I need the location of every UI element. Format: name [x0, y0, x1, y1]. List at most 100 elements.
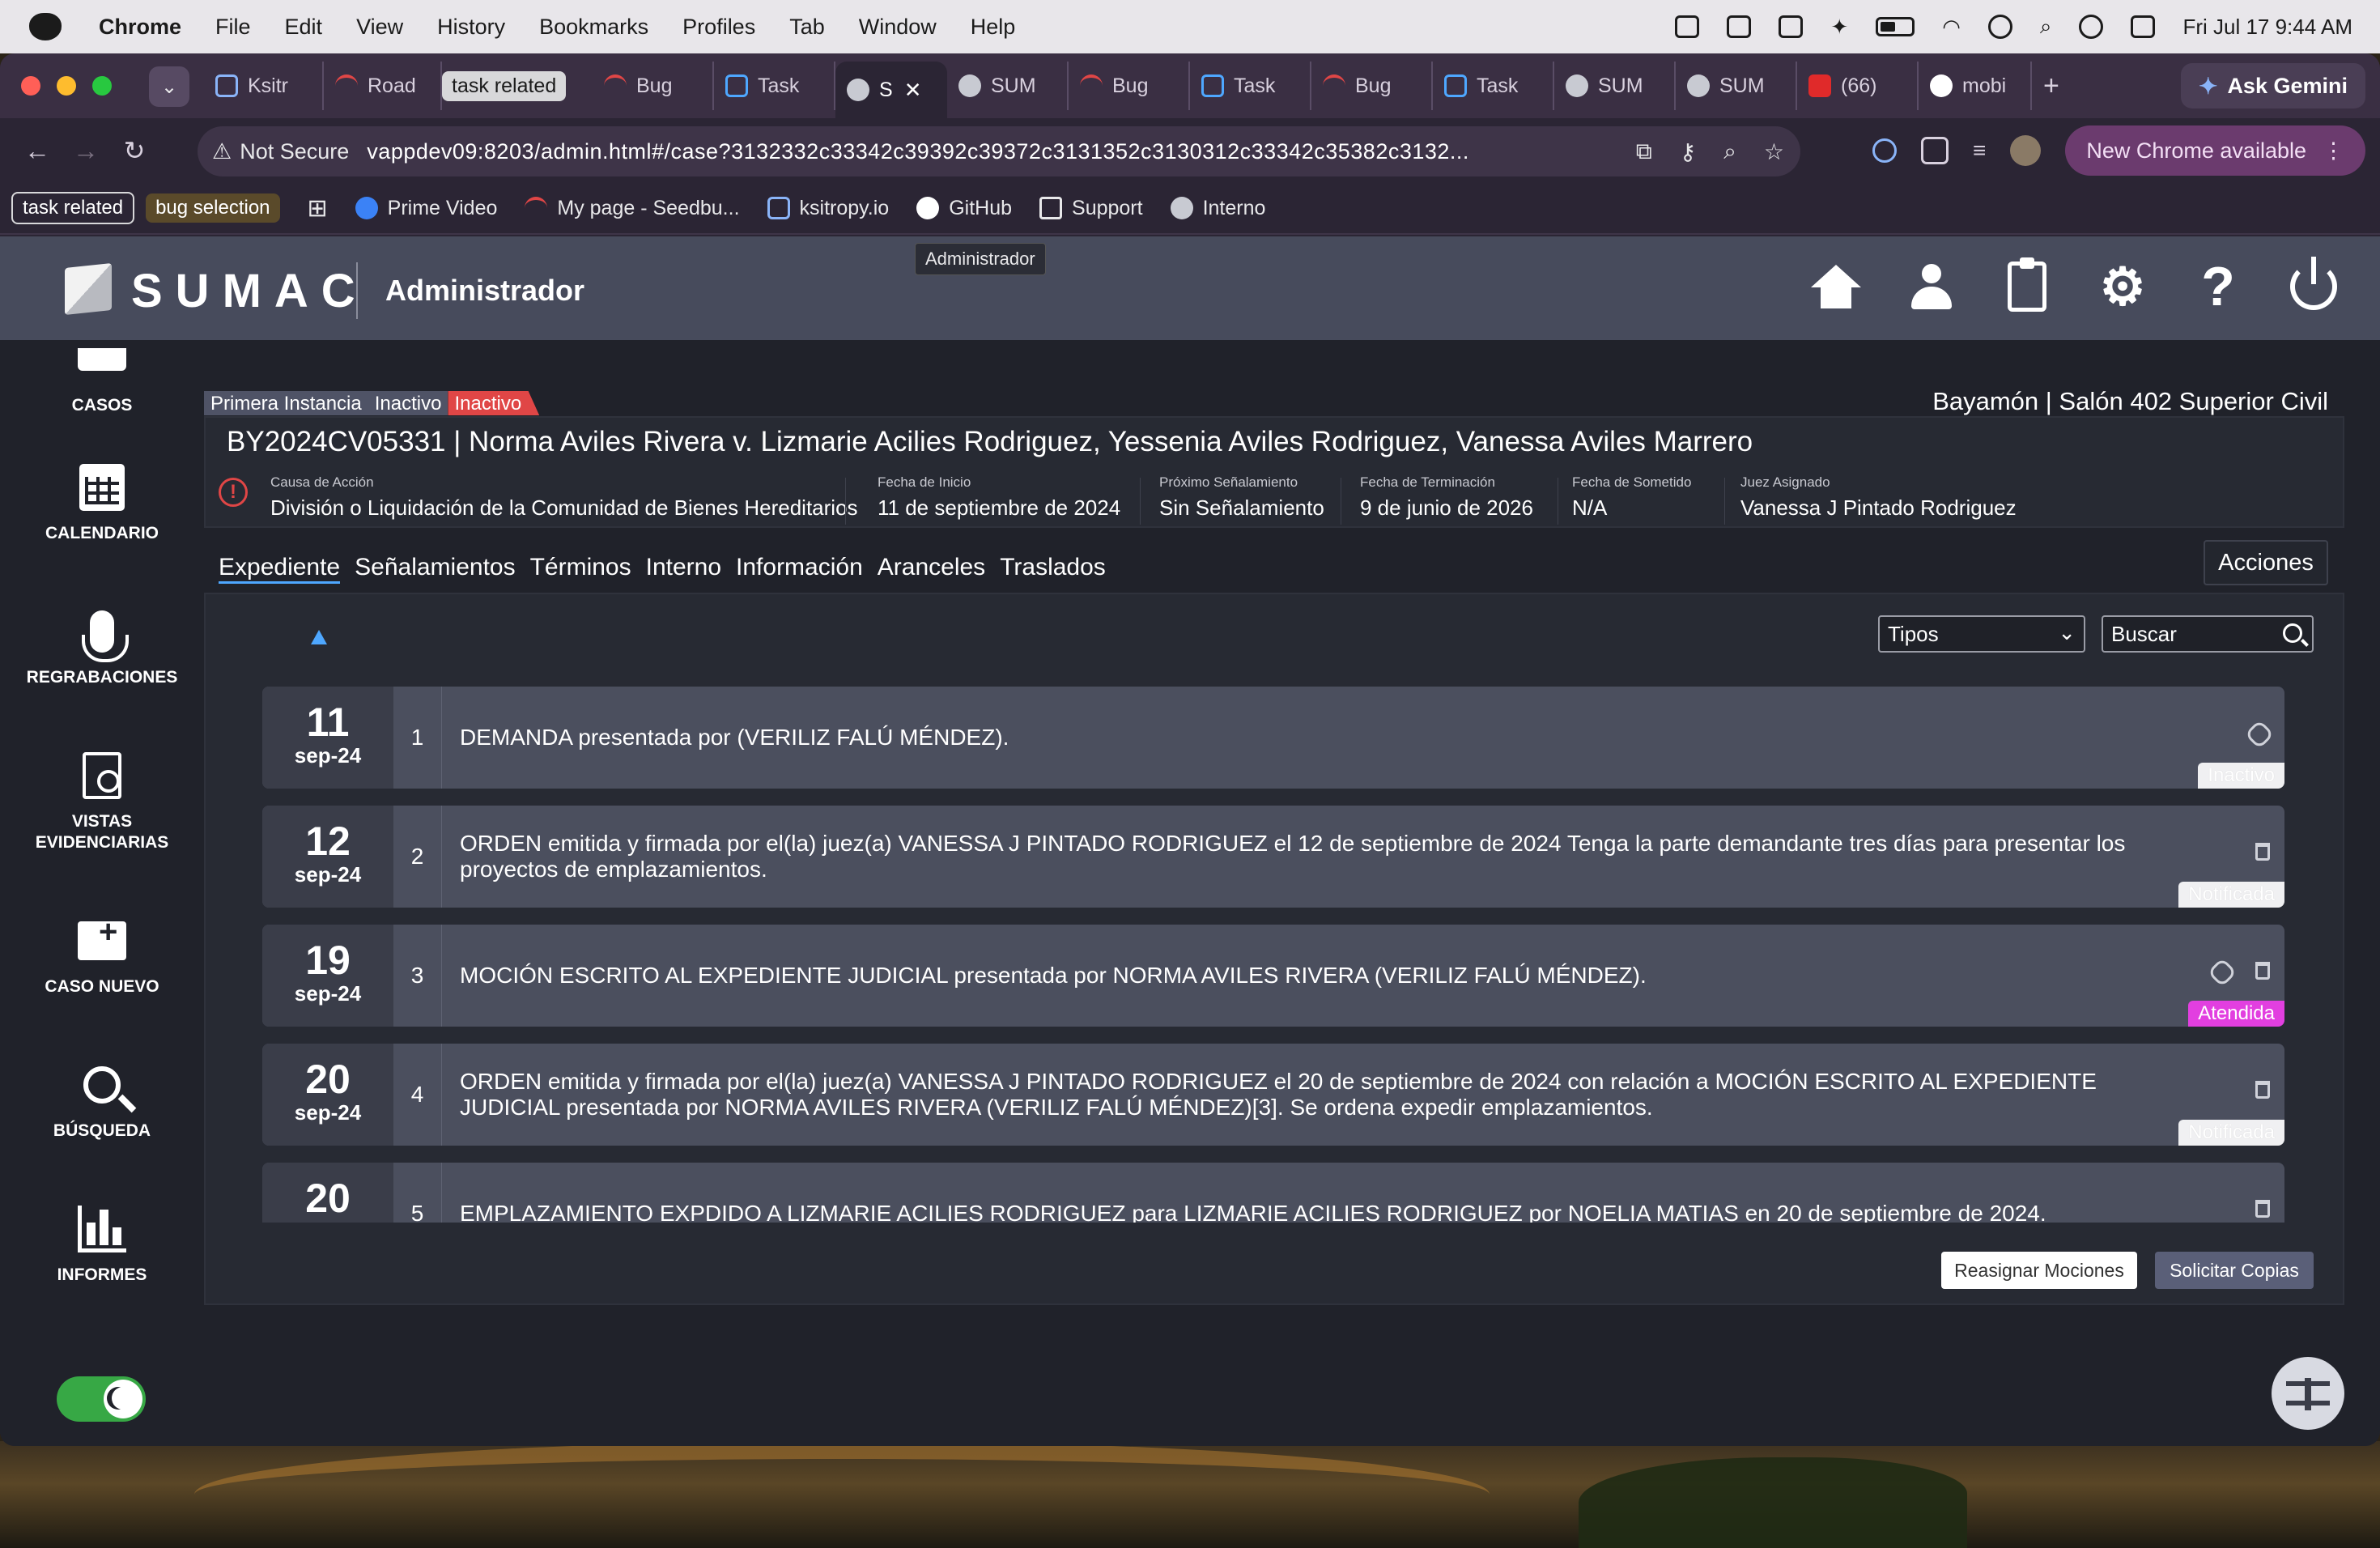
control-center-icon[interactable]: [2131, 15, 2156, 38]
zoom-icon[interactable]: ⌕: [1723, 138, 1736, 165]
tab-interno[interactable]: Interno: [646, 554, 721, 584]
tab-task[interactable]: Task: [714, 62, 835, 110]
address-bar[interactable]: ⚠ Not Secure vappdev09:8203/admin.html#/c…: [198, 126, 1800, 176]
entry-text[interactable]: ORDEN emitida y firmada por el(la) juez(…: [460, 1044, 2136, 1146]
puzzle-icon[interactable]: [1921, 137, 1949, 164]
tab-google[interactable]: mobi: [1919, 62, 2032, 110]
close-window-button[interactable]: [21, 76, 40, 96]
wifi-icon[interactable]: ◠: [1942, 15, 1961, 40]
zoom-window-button[interactable]: [92, 76, 112, 96]
apple-icon[interactable]: [29, 13, 62, 40]
new-chrome-available-button[interactable]: New Chrome available ⋮: [2065, 125, 2365, 176]
sidebar-item-regrabaciones[interactable]: REGRABACIONES: [0, 606, 204, 688]
bookmark-support[interactable]: Support: [1039, 197, 1143, 220]
dark-mode-toggle[interactable]: [57, 1376, 146, 1422]
sidebar-item-informes[interactable]: INFORMES: [0, 1203, 204, 1286]
siri-icon[interactable]: [2079, 15, 2104, 39]
tab-traslados[interactable]: Traslados: [1000, 554, 1106, 584]
tab-bug[interactable]: Bug: [1069, 62, 1190, 110]
entry-text[interactable]: ORDEN emitida y firmada por el(la) juez(…: [460, 806, 2136, 908]
settings-button[interactable]: ⚙: [2097, 254, 2148, 319]
spotlight-icon[interactable]: ⌕: [2040, 14, 2052, 40]
tab-bug[interactable]: Bug: [593, 62, 714, 110]
media-icon[interactable]: ≡: [1973, 138, 1986, 164]
app-logo[interactable]: SUMAC: [131, 264, 368, 318]
tab-roadmap[interactable]: Road: [324, 62, 442, 110]
tipos-select[interactable]: Tipos ⌄: [1878, 615, 2085, 653]
home-button[interactable]: [1810, 254, 1862, 319]
url-text[interactable]: vappdev09:8203/admin.html#/case?3132332c…: [367, 139, 1743, 164]
help-button[interactable]: ?: [2192, 254, 2244, 319]
bookmark-ksitropy[interactable]: ksitropy.io: [767, 197, 889, 220]
back-button[interactable]: ←: [13, 136, 62, 166]
new-tab-button[interactable]: +: [2032, 62, 2071, 110]
menu-view[interactable]: View: [356, 15, 403, 40]
tab-youtube[interactable]: (66): [1797, 62, 1919, 110]
tab-group-task-related[interactable]: task related: [442, 62, 586, 110]
translate-icon[interactable]: ⧉: [1636, 138, 1652, 165]
reload-button[interactable]: ↻: [110, 135, 159, 166]
entry-text[interactable]: MOCIÓN ESCRITO AL EXPEDIENTE JUDICIAL pr…: [460, 925, 2136, 1027]
list-item[interactable]: 11 sep-24 1 DEMANDA presentada por (VERIL…: [262, 687, 2284, 789]
tab-bug[interactable]: Bug: [1311, 62, 1433, 110]
alert-icon[interactable]: !: [219, 478, 248, 507]
tab-sumac[interactable]: SUM: [1676, 62, 1797, 110]
sparkle-icon[interactable]: ✦: [1830, 15, 1848, 40]
play-icon[interactable]: [1987, 15, 2012, 39]
close-tab-icon[interactable]: ✕: [904, 78, 922, 103]
user-button[interactable]: [1906, 254, 1957, 319]
key-icon[interactable]: ⚷: [1680, 138, 1697, 165]
sort-ascending-icon[interactable]: [311, 630, 327, 644]
dropbox-icon[interactable]: [1727, 15, 1752, 38]
battery-icon[interactable]: [1876, 17, 1915, 36]
bookmark-group-bug-selection[interactable]: bug selection: [146, 194, 280, 223]
tab-search-button[interactable]: ⌄: [149, 66, 189, 107]
box-icon[interactable]: [1675, 15, 1700, 38]
sidebar-item-calendario[interactable]: CALENDARIO: [0, 461, 204, 544]
logout-button[interactable]: [2288, 254, 2340, 319]
ask-gemini-button[interactable]: ✦ Ask Gemini: [2180, 63, 2365, 108]
tab-sumac[interactable]: SUM: [947, 62, 1069, 110]
menu-edit[interactable]: Edit: [285, 15, 323, 40]
trash-icon[interactable]: [2255, 962, 2270, 980]
acciones-button[interactable]: Acciones: [2204, 540, 2328, 585]
apps-icon[interactable]: ⊞: [308, 194, 328, 223]
sidebar-item-busqueda[interactable]: BÚSQUEDA: [0, 1059, 204, 1142]
menu-file[interactable]: File: [215, 15, 251, 40]
entry-text[interactable]: EMPLAZAMIENTO EXPDIDO A LIZMARIE ACILIES…: [460, 1163, 2136, 1223]
menu-profiles[interactable]: Profiles: [682, 15, 755, 40]
menu-history[interactable]: History: [437, 15, 505, 40]
bookmark-group-task-related[interactable]: task related: [11, 192, 135, 224]
menu-app-name[interactable]: Chrome: [99, 15, 181, 40]
tab-sumac[interactable]: SUM: [1554, 62, 1676, 110]
entry-text[interactable]: DEMANDA presentada por (VERILIZ FALÚ MÉN…: [460, 687, 2136, 789]
trash-icon[interactable]: [2255, 1081, 2270, 1099]
list-item[interactable]: 20 sep-24 4 ORDEN emitida y firmada por e…: [262, 1044, 2284, 1146]
buscar-input[interactable]: Buscar: [2102, 615, 2314, 653]
sidebar-item-casos[interactable]: CASOS: [0, 348, 204, 416]
tab-sumac-active[interactable]: S ✕: [835, 62, 947, 118]
menu-bookmarks[interactable]: Bookmarks: [539, 15, 648, 40]
clipboard-button[interactable]: [2001, 254, 2053, 319]
menu-window[interactable]: Window: [859, 15, 937, 40]
trash-icon[interactable]: [2255, 1200, 2270, 1218]
menu-help[interactable]: Help: [971, 15, 1016, 40]
profile-avatar[interactable]: [2010, 135, 2042, 166]
trash-icon[interactable]: [2255, 843, 2270, 861]
bookmark-interno[interactable]: Interno: [1170, 197, 1265, 220]
minimize-window-button[interactable]: [57, 76, 76, 96]
tab-informacion[interactable]: Información: [736, 554, 863, 584]
list-item[interactable]: 19 sep-24 3 MOCIÓN ESCRITO AL EXPEDIENTE …: [262, 925, 2284, 1027]
extension-icon[interactable]: [1872, 138, 1898, 163]
tab-ksitropy[interactable]: Ksitr: [204, 62, 324, 110]
star-icon[interactable]: ☆: [1764, 138, 1784, 165]
tab-task[interactable]: Task: [1433, 62, 1554, 110]
tab-task[interactable]: Task: [1190, 62, 1311, 110]
reasignar-mociones-button[interactable]: Reasignar Mociones: [1941, 1252, 2137, 1289]
forward-button[interactable]: →: [62, 136, 110, 166]
tab-expediente[interactable]: Expediente: [219, 554, 341, 584]
bookmark-github[interactable]: GitHub: [916, 197, 1012, 220]
list-item[interactable]: 20sep-24 5 EMPLAZAMIENTO EXPDIDO A LIZMA…: [262, 1163, 2284, 1223]
paperclip-icon[interactable]: [2244, 719, 2275, 750]
list-item[interactable]: 12 sep-24 2 ORDEN emitida y firmada por e…: [262, 806, 2284, 908]
